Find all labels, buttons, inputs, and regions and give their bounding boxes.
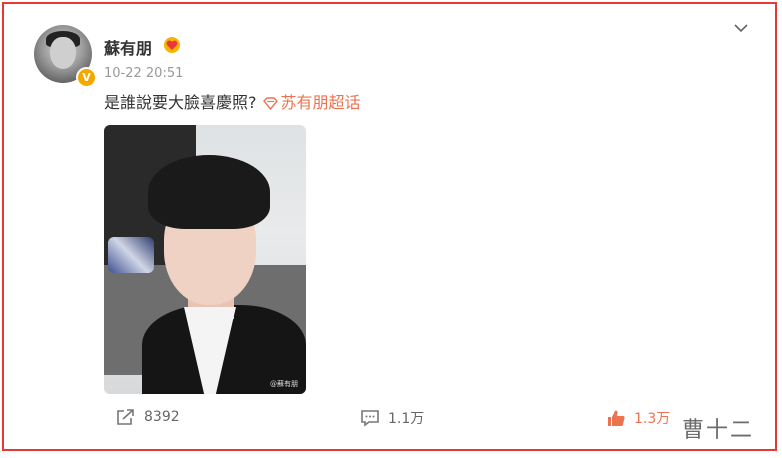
chevron-down-icon[interactable] <box>733 22 749 34</box>
comment-button[interactable]: 1.1万 <box>360 408 424 428</box>
post-photo[interactable]: @蘇有朋 <box>104 125 306 394</box>
comment-icon <box>361 410 379 427</box>
supertopic-diamond-icon <box>262 97 278 111</box>
verified-icon: V <box>76 67 97 88</box>
fan-badge-icon[interactable] <box>163 36 181 54</box>
photo-watermark: @蘇有朋 <box>270 380 298 388</box>
supertopic-label: 苏有朋超话 <box>280 93 361 112</box>
like-button[interactable]: 1.3万 <box>606 408 670 428</box>
post-body: 是誰說要大臉喜慶照? <box>104 93 257 112</box>
repost-button[interactable]: 8392 <box>116 408 180 426</box>
post-time[interactable]: 10-22 20:51 <box>104 66 183 81</box>
like-icon <box>608 410 625 426</box>
repost-count: 8392 <box>144 409 180 425</box>
comment-count: 1.1万 <box>388 411 425 427</box>
supertopic-link[interactable]: 苏有朋超话 <box>262 93 361 112</box>
author-name[interactable]: 蘇有朋 <box>104 35 152 59</box>
like-count: 1.3万 <box>634 411 671 427</box>
overlay-watermark: 曹十二 <box>682 418 755 443</box>
repost-icon <box>117 409 134 425</box>
post-text: 是誰說要大臉喜慶照? 苏有朋超话 <box>104 89 361 113</box>
